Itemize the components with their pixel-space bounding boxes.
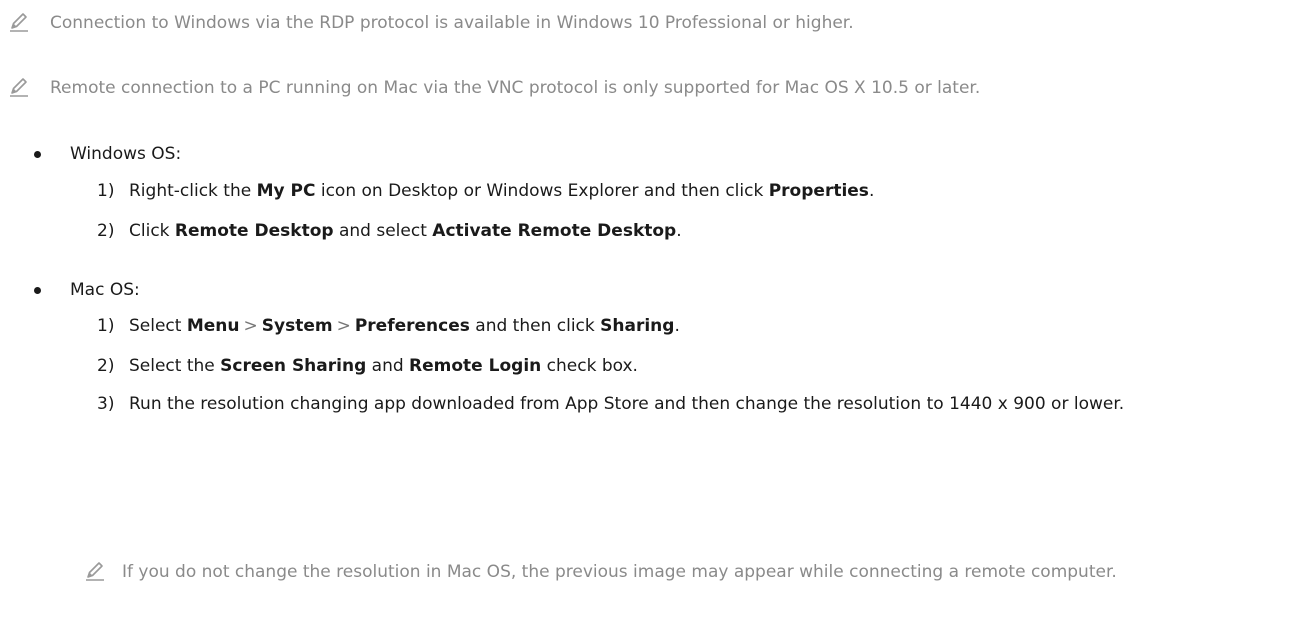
- step-text-part: and select: [333, 221, 433, 241]
- step-ui-term: Properties: [768, 181, 869, 201]
- step-text-part: .: [676, 221, 682, 241]
- note-text: Remote connection to a PC running on Mac…: [50, 78, 981, 98]
- windows-step-1: 1) Right-click the My PC icon on Desktop…: [97, 177, 1277, 205]
- step-ui-term: System: [261, 316, 333, 336]
- step-text-part: and then click: [469, 316, 601, 336]
- step-ui-term: Sharing: [600, 316, 675, 336]
- step-ui-term: Menu: [186, 316, 240, 336]
- step-number: 2): [97, 221, 115, 241]
- step-text: Click Remote Desktop and select Activate…: [129, 217, 1277, 245]
- bullet-heading: Mac OS:: [70, 280, 140, 300]
- step-number: 1): [97, 181, 115, 201]
- step-text: Right-click the My PC icon on Desktop or…: [129, 177, 1277, 205]
- step-text-part: Select: [129, 316, 187, 336]
- step-ui-term: Preferences: [354, 316, 470, 336]
- bullet-heading: Windows OS:: [70, 144, 182, 164]
- menu-separator: >: [243, 316, 258, 336]
- note-vnc: Remote connection to a PC running on Mac…: [8, 74, 1288, 102]
- step-text-part: Click: [129, 221, 175, 241]
- bullet-dot: [34, 287, 41, 294]
- bullet-mac-os: Mac OS:: [34, 276, 140, 304]
- pencil-icon: [10, 13, 28, 32]
- menu-separator: >: [336, 316, 351, 336]
- note-text: If you do not change the resolution in M…: [122, 562, 1117, 582]
- document-page: Connection to Windows via the RDP protoc…: [0, 0, 1309, 621]
- pencil-icon: [10, 78, 28, 97]
- bullet-windows-os: Windows OS:: [34, 140, 181, 168]
- step-number: 2): [97, 356, 115, 376]
- step-text-part: check box.: [541, 356, 638, 376]
- note-text: Connection to Windows via the RDP protoc…: [50, 13, 854, 33]
- step-text: Run the resolution changing app download…: [129, 394, 1125, 414]
- step-text-part: icon on Desktop or Windows Explorer and …: [315, 181, 769, 201]
- bullet-dot: [34, 151, 41, 158]
- step-text: Select Menu > System > Preferences and then …: [129, 312, 1277, 340]
- pencil-icon: [86, 562, 104, 581]
- note-rdp: Connection to Windows via the RDP protoc…: [8, 9, 1288, 37]
- step-text-part: Right-click the: [129, 181, 257, 201]
- note-mac-resolution: If you do not change the resolution in M…: [84, 558, 1264, 586]
- step-number: 3): [97, 394, 115, 414]
- mac-step-2: 2) Select the Screen Sharing and Remote …: [97, 352, 1277, 380]
- step-ui-term: Remote Desktop: [174, 221, 334, 241]
- step-text-part: .: [868, 181, 875, 201]
- step-text-part: .: [674, 316, 680, 336]
- mac-step-3: 3) Run the resolution changing app downl…: [97, 390, 1277, 418]
- step-ui-term: My PC: [256, 181, 316, 201]
- step-text: Select the Screen Sharing and Remote Log…: [129, 352, 1277, 380]
- step-text-part: Select the: [129, 356, 221, 376]
- step-ui-term: Remote Login: [409, 356, 542, 376]
- mac-step-1: 1) Select Menu > System > Preferences and th…: [97, 312, 1277, 340]
- step-ui-term: Screen Sharing: [220, 356, 367, 376]
- step-ui-term: Activate Remote Desktop: [432, 221, 677, 241]
- step-text-part: and: [366, 356, 410, 376]
- windows-step-2: 2) Click Remote Desktop and select Activ…: [97, 217, 1277, 245]
- step-number: 1): [97, 316, 115, 336]
